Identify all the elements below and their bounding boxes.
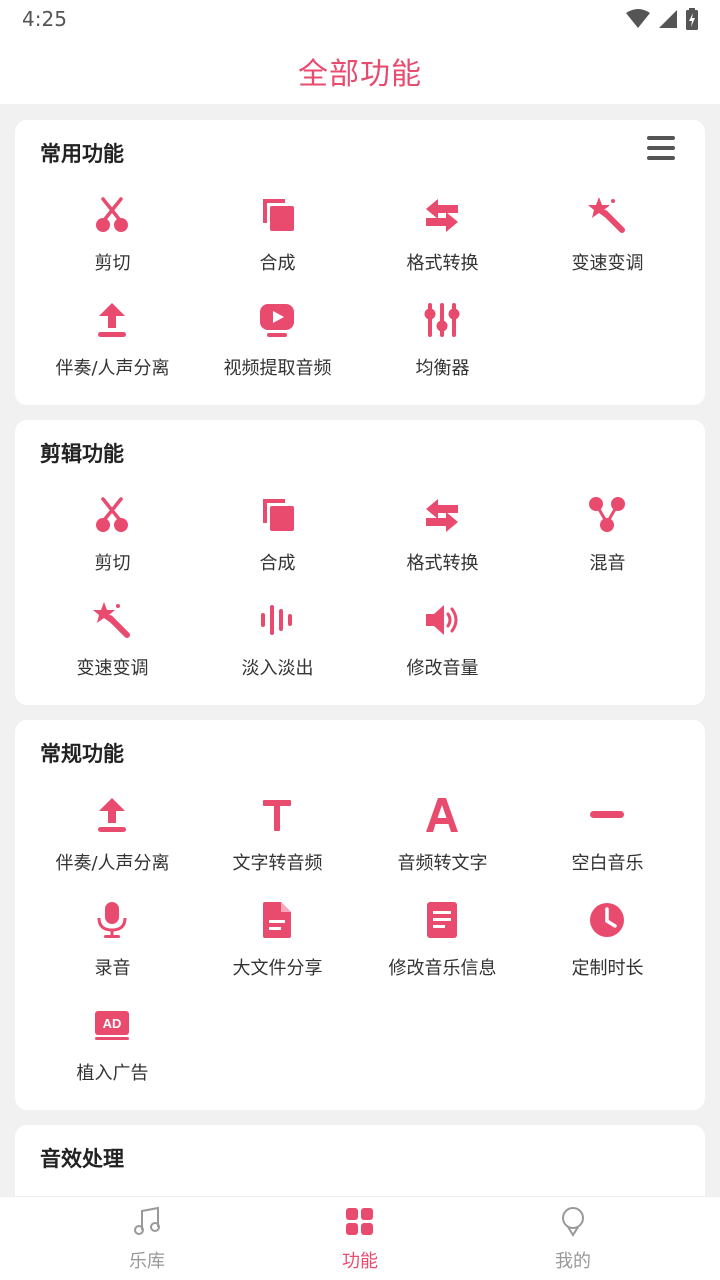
feature-label: 格式转换 xyxy=(406,253,479,274)
feature-item-fade[interactable]: 淡入淡出 xyxy=(195,600,360,700)
bottom-nav: 乐库 功能 我的 xyxy=(0,1196,720,1280)
magic-wand-icon xyxy=(92,600,132,640)
status-bar: 4:25 xyxy=(0,0,720,38)
upload-icon xyxy=(92,300,132,340)
feature-item-cut[interactable]: 剪切 xyxy=(30,495,195,595)
section-card-common: 常用功能 剪切 合成 格式转换 变速变调 伴奏/人声分离 视频提取音频 均衡器 xyxy=(15,120,705,405)
content-scroll[interactable]: 常用功能 剪切 合成 格式转换 变速变调 伴奏/人声分离 视频提取音频 均衡器 … xyxy=(0,104,720,1196)
feature-label: 剪切 xyxy=(94,553,131,574)
letter-a-icon xyxy=(422,795,462,835)
feature-item-cut[interactable]: 剪切 xyxy=(30,195,195,295)
feature-item-custom-duration[interactable]: 定制时长 xyxy=(525,900,690,1000)
waveform-icon xyxy=(257,600,297,640)
nav-label: 功能 xyxy=(342,1251,378,1272)
profile-icon xyxy=(562,1207,584,1237)
feature-item-merge[interactable]: 合成 xyxy=(195,495,360,595)
upload-icon xyxy=(92,795,132,835)
wifi-icon xyxy=(626,9,650,28)
volume-icon xyxy=(422,600,462,640)
feature-item-volume[interactable]: 修改音量 xyxy=(360,600,525,700)
feature-item-equalizer[interactable]: 均衡器 xyxy=(360,300,525,400)
nav-label: 我的 xyxy=(555,1251,591,1272)
feature-item-video-extract[interactable]: 视频提取音频 xyxy=(195,300,360,400)
feature-label: 植入广告 xyxy=(76,1063,149,1084)
feature-label: 均衡器 xyxy=(415,358,470,379)
section-card-general: 常规功能 伴奏/人声分离 文字转音频 音频转文字 空白音乐 录音 大文件分享 修… xyxy=(15,720,705,1110)
document-icon xyxy=(422,900,462,940)
minus-icon xyxy=(587,795,627,835)
feature-item-blank-music[interactable]: 空白音乐 xyxy=(525,795,690,895)
feature-item-vocal-separation[interactable]: 伴奏/人声分离 xyxy=(30,300,195,400)
copy-icon xyxy=(257,195,297,235)
scissors-icon xyxy=(92,495,132,535)
feature-label: 定制时长 xyxy=(571,958,644,979)
swap-icon xyxy=(422,195,462,235)
section-title: 剪辑功能 xyxy=(40,442,124,466)
feature-label: 伴奏/人声分离 xyxy=(55,358,170,379)
equalizer-icon xyxy=(422,300,462,340)
section-title: 音效处理 xyxy=(40,1147,124,1171)
page-title: 全部功能 xyxy=(298,57,422,92)
feature-label: 混音 xyxy=(589,553,626,574)
video-play-icon xyxy=(257,300,297,340)
feature-item-format-convert[interactable]: 格式转换 xyxy=(360,495,525,595)
feature-label: 变速变调 xyxy=(76,658,149,679)
feature-item-edit-music-info[interactable]: 修改音乐信息 xyxy=(360,900,525,1000)
music-note-icon xyxy=(134,1206,160,1235)
nav-item-mine[interactable]: 我的 xyxy=(513,1197,633,1280)
feature-label: 淡入淡出 xyxy=(241,658,314,679)
feature-item-format-convert[interactable]: 格式转换 xyxy=(360,195,525,295)
feature-label: 音频转文字 xyxy=(397,853,488,874)
feature-label: 变速变调 xyxy=(571,253,644,274)
menu-icon[interactable] xyxy=(647,136,677,164)
text-t-icon xyxy=(257,795,297,835)
feature-label: 伴奏/人声分离 xyxy=(55,853,170,874)
feature-label: 剪切 xyxy=(94,253,131,274)
signal-icon xyxy=(659,10,677,28)
section-card-sound-effects: 音效处理 xyxy=(15,1125,705,1196)
feature-item-vocal-separation[interactable]: 伴奏/人声分离 xyxy=(30,795,195,895)
microphone-icon xyxy=(92,900,132,940)
scissors-icon xyxy=(92,195,132,235)
swap-icon xyxy=(422,495,462,535)
app-header: 全部功能 xyxy=(0,38,720,104)
feature-item-large-file-share[interactable]: 大文件分享 xyxy=(195,900,360,1000)
ad-icon xyxy=(92,1005,132,1045)
feature-item-speed-pitch[interactable]: 变速变调 xyxy=(525,195,690,295)
feature-label: 修改音量 xyxy=(406,658,479,679)
feature-label: 修改音乐信息 xyxy=(388,958,497,979)
section-title: 常用功能 xyxy=(40,142,124,166)
grid-icon xyxy=(346,1208,373,1235)
merge-icon xyxy=(587,495,627,535)
feature-item-insert-ad[interactable]: 植入广告 xyxy=(30,1005,195,1105)
feature-label: 空白音乐 xyxy=(571,853,644,874)
feature-label: 大文件分享 xyxy=(232,958,323,979)
feature-item-record[interactable]: 录音 xyxy=(30,900,195,1000)
feature-label: 合成 xyxy=(259,253,296,274)
feature-label: 格式转换 xyxy=(406,553,479,574)
clock-icon xyxy=(587,900,627,940)
feature-label: 视频提取音频 xyxy=(223,358,332,379)
feature-item-text-to-audio[interactable]: 文字转音频 xyxy=(195,795,360,895)
feature-item-audio-to-text[interactable]: 音频转文字 xyxy=(360,795,525,895)
battery-charging-icon xyxy=(686,8,698,30)
status-time: 4:25 xyxy=(22,7,67,31)
copy-icon xyxy=(257,495,297,535)
file-icon xyxy=(257,900,297,940)
system-icons xyxy=(626,8,698,30)
feature-item-mix[interactable]: 混音 xyxy=(525,495,690,595)
section-title: 常规功能 xyxy=(40,742,124,766)
nav-item-library[interactable]: 乐库 xyxy=(87,1197,207,1280)
nav-label: 乐库 xyxy=(129,1251,165,1272)
feature-item-speed-pitch[interactable]: 变速变调 xyxy=(30,600,195,700)
nav-item-features[interactable]: 功能 xyxy=(300,1197,420,1280)
feature-item-merge[interactable]: 合成 xyxy=(195,195,360,295)
feature-label: 文字转音频 xyxy=(232,853,323,874)
section-card-edit: 剪辑功能 剪切 合成 格式转换 混音 变速变调 淡入淡出 修改音量 xyxy=(15,420,705,705)
magic-wand-icon xyxy=(587,195,627,235)
feature-label: 合成 xyxy=(259,553,296,574)
feature-label: 录音 xyxy=(94,958,131,979)
